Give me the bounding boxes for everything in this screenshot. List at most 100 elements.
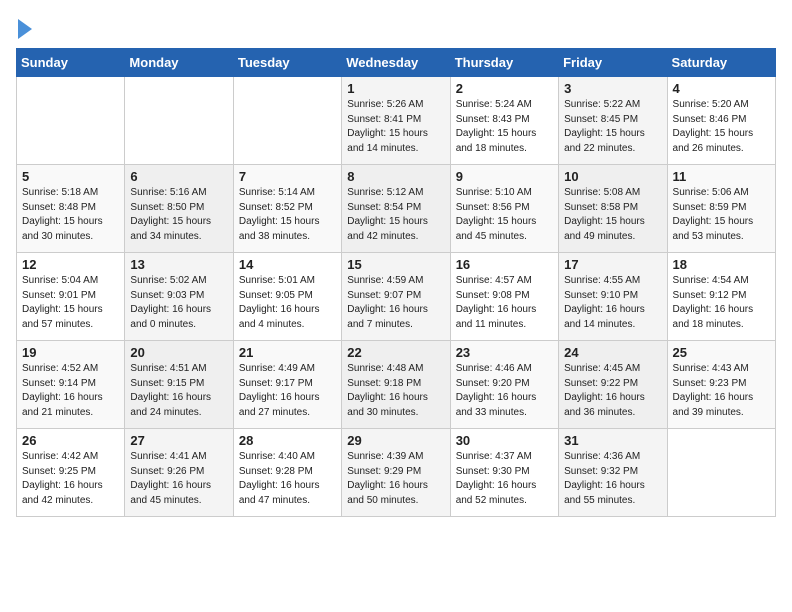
week-row-1: 1 Sunrise: 5:26 AMSunset: 8:41 PMDaylight… [17, 77, 776, 165]
calendar-cell: 6Sunrise: 5:16 AMSunset: 8:50 PMDaylight… [125, 165, 233, 253]
day-number: 1 [347, 81, 444, 96]
day-detail: Sunrise: 4:54 AMSunset: 9:12 PMDaylight:… [673, 274, 770, 332]
logo-text [16, 16, 32, 40]
calendar-cell: 16 Sunrise: 4:57 AMSunset: 9:08 PMDayligh… [450, 253, 558, 341]
day-number: 5 [22, 169, 119, 184]
day-number: 24 [564, 345, 661, 360]
calendar-cell: 7 Sunrise: 5:14 AMSunset: 8:52 PMDaylight… [233, 165, 341, 253]
day-number: 18 [673, 257, 770, 272]
calendar-cell: 28 Sunrise: 4:40 AMSunset: 9:28 PMDayligh… [233, 429, 341, 517]
day-number: 9 [456, 169, 553, 184]
day-detail: Sunrise: 5:24 AMSunset: 8:43 PMDaylight:… [456, 98, 553, 156]
day-number: 11 [673, 169, 770, 184]
col-header-sunday: Sunday [17, 49, 125, 77]
calendar-cell: 18 Sunrise: 4:54 AMSunset: 9:12 PMDayligh… [667, 253, 775, 341]
day-number: 17 [564, 257, 661, 272]
calendar-cell: 21 Sunrise: 4:49 AMSunset: 9:17 PMDayligh… [233, 341, 341, 429]
day-detail: Sunrise: 4:45 AMSunset: 9:22 PMDaylight:… [564, 362, 661, 420]
week-row-5: 26 Sunrise: 4:42 AMSunset: 9:25 PMDayligh… [17, 429, 776, 517]
calendar-cell: 5 Sunrise: 5:18 AMSunset: 8:48 PMDaylight… [17, 165, 125, 253]
day-detail: Sunrise: 5:12 AMSunset: 8:54 PMDaylight:… [347, 186, 444, 244]
day-number: 4 [673, 81, 770, 96]
day-detail: Sunrise: 5:04 AMSunset: 9:01 PMDaylight:… [22, 274, 119, 332]
logo [16, 16, 32, 40]
col-header-monday: Monday [125, 49, 233, 77]
day-number: 31 [564, 433, 661, 448]
day-detail: Sunrise: 5:10 AMSunset: 8:56 PMDaylight:… [456, 186, 553, 244]
col-header-friday: Friday [559, 49, 667, 77]
calendar-cell: 26 Sunrise: 4:42 AMSunset: 9:25 PMDayligh… [17, 429, 125, 517]
day-number: 19 [22, 345, 119, 360]
day-detail: Sunrise: 5:14 AMSunset: 8:52 PMDaylight:… [239, 186, 336, 244]
col-header-saturday: Saturday [667, 49, 775, 77]
day-number: 3 [564, 81, 661, 96]
week-row-4: 19 Sunrise: 4:52 AMSunset: 9:14 PMDayligh… [17, 341, 776, 429]
day-detail: Sunrise: 4:41 AMSunset: 9:26 PMDaylight:… [130, 450, 227, 508]
day-detail: Sunrise: 4:42 AMSunset: 9:25 PMDaylight:… [22, 450, 119, 508]
day-number: 7 [239, 169, 336, 184]
calendar-cell: 8 Sunrise: 5:12 AMSunset: 8:54 PMDaylight… [342, 165, 450, 253]
day-number: 10 [564, 169, 661, 184]
page-header [16, 16, 776, 40]
day-detail: Sunrise: 4:37 AMSunset: 9:30 PMDaylight:… [456, 450, 553, 508]
calendar-cell: 31 Sunrise: 4:36 AMSunset: 9:32 PMDayligh… [559, 429, 667, 517]
day-number: 8 [347, 169, 444, 184]
col-header-tuesday: Tuesday [233, 49, 341, 77]
day-number: 2 [456, 81, 553, 96]
calendar-cell: 24 Sunrise: 4:45 AMSunset: 9:22 PMDayligh… [559, 341, 667, 429]
day-detail: Sunrise: 4:39 AMSunset: 9:29 PMDaylight:… [347, 450, 444, 508]
calendar-cell [17, 77, 125, 165]
day-number: 30 [456, 433, 553, 448]
header-row: SundayMondayTuesdayWednesdayThursdayFrid… [17, 49, 776, 77]
day-detail: Sunrise: 5:20 AMSunset: 8:46 PMDaylight:… [673, 98, 770, 156]
day-detail: Sunrise: 4:49 AMSunset: 9:17 PMDaylight:… [239, 362, 336, 420]
day-detail: Sunrise: 4:59 AMSunset: 9:07 PMDaylight:… [347, 274, 444, 332]
day-number: 16 [456, 257, 553, 272]
day-detail: Sunrise: 5:01 AMSunset: 9:05 PMDaylight:… [239, 274, 336, 332]
day-number: 14 [239, 257, 336, 272]
calendar-cell: 22 Sunrise: 4:48 AMSunset: 9:18 PMDayligh… [342, 341, 450, 429]
day-detail: Sunrise: 4:46 AMSunset: 9:20 PMDaylight:… [456, 362, 553, 420]
calendar-cell: 15Sunrise: 4:59 AMSunset: 9:07 PMDayligh… [342, 253, 450, 341]
calendar-cell: 25Sunrise: 4:43 AMSunset: 9:23 PMDayligh… [667, 341, 775, 429]
calendar-cell: 14 Sunrise: 5:01 AMSunset: 9:05 PMDayligh… [233, 253, 341, 341]
day-number: 22 [347, 345, 444, 360]
day-detail: Sunrise: 5:08 AMSunset: 8:58 PMDaylight:… [564, 186, 661, 244]
week-row-3: 12Sunrise: 5:04 AMSunset: 9:01 PMDayligh… [17, 253, 776, 341]
day-number: 28 [239, 433, 336, 448]
day-number: 25 [673, 345, 770, 360]
calendar-cell: 12Sunrise: 5:04 AMSunset: 9:01 PMDayligh… [17, 253, 125, 341]
day-detail: Sunrise: 4:36 AMSunset: 9:32 PMDaylight:… [564, 450, 661, 508]
day-detail: Sunrise: 4:52 AMSunset: 9:14 PMDaylight:… [22, 362, 119, 420]
day-detail: Sunrise: 5:22 AMSunset: 8:45 PMDaylight:… [564, 98, 661, 156]
day-detail: Sunrise: 4:48 AMSunset: 9:18 PMDaylight:… [347, 362, 444, 420]
day-number: 29 [347, 433, 444, 448]
calendar-cell: 30 Sunrise: 4:37 AMSunset: 9:30 PMDayligh… [450, 429, 558, 517]
calendar-cell: 20Sunrise: 4:51 AMSunset: 9:15 PMDayligh… [125, 341, 233, 429]
day-number: 27 [130, 433, 227, 448]
calendar-cell: 4 Sunrise: 5:20 AMSunset: 8:46 PMDaylight… [667, 77, 775, 165]
calendar-cell: 3 Sunrise: 5:22 AMSunset: 8:45 PMDaylight… [559, 77, 667, 165]
calendar-cell [233, 77, 341, 165]
calendar-cell [667, 429, 775, 517]
day-detail: Sunrise: 4:40 AMSunset: 9:28 PMDaylight:… [239, 450, 336, 508]
day-number: 6 [130, 169, 227, 184]
calendar-cell: 1 Sunrise: 5:26 AMSunset: 8:41 PMDaylight… [342, 77, 450, 165]
day-detail: Sunrise: 4:57 AMSunset: 9:08 PMDaylight:… [456, 274, 553, 332]
logo-arrow-icon [18, 19, 32, 39]
day-detail: Sunrise: 4:55 AMSunset: 9:10 PMDaylight:… [564, 274, 661, 332]
calendar-cell: 19 Sunrise: 4:52 AMSunset: 9:14 PMDayligh… [17, 341, 125, 429]
calendar-cell: 9 Sunrise: 5:10 AMSunset: 8:56 PMDaylight… [450, 165, 558, 253]
calendar-cell: 2 Sunrise: 5:24 AMSunset: 8:43 PMDaylight… [450, 77, 558, 165]
day-detail: Sunrise: 4:51 AMSunset: 9:15 PMDaylight:… [130, 362, 227, 420]
calendar-cell [125, 77, 233, 165]
calendar-cell: 13Sunrise: 5:02 AMSunset: 9:03 PMDayligh… [125, 253, 233, 341]
day-number: 26 [22, 433, 119, 448]
calendar-cell: 17 Sunrise: 4:55 AMSunset: 9:10 PMDayligh… [559, 253, 667, 341]
calendar-table: SundayMondayTuesdayWednesdayThursdayFrid… [16, 48, 776, 517]
day-detail: Sunrise: 5:26 AMSunset: 8:41 PMDaylight:… [347, 98, 444, 156]
day-detail: Sunrise: 5:18 AMSunset: 8:48 PMDaylight:… [22, 186, 119, 244]
day-number: 13 [130, 257, 227, 272]
day-number: 21 [239, 345, 336, 360]
calendar-cell: 23Sunrise: 4:46 AMSunset: 9:20 PMDayligh… [450, 341, 558, 429]
